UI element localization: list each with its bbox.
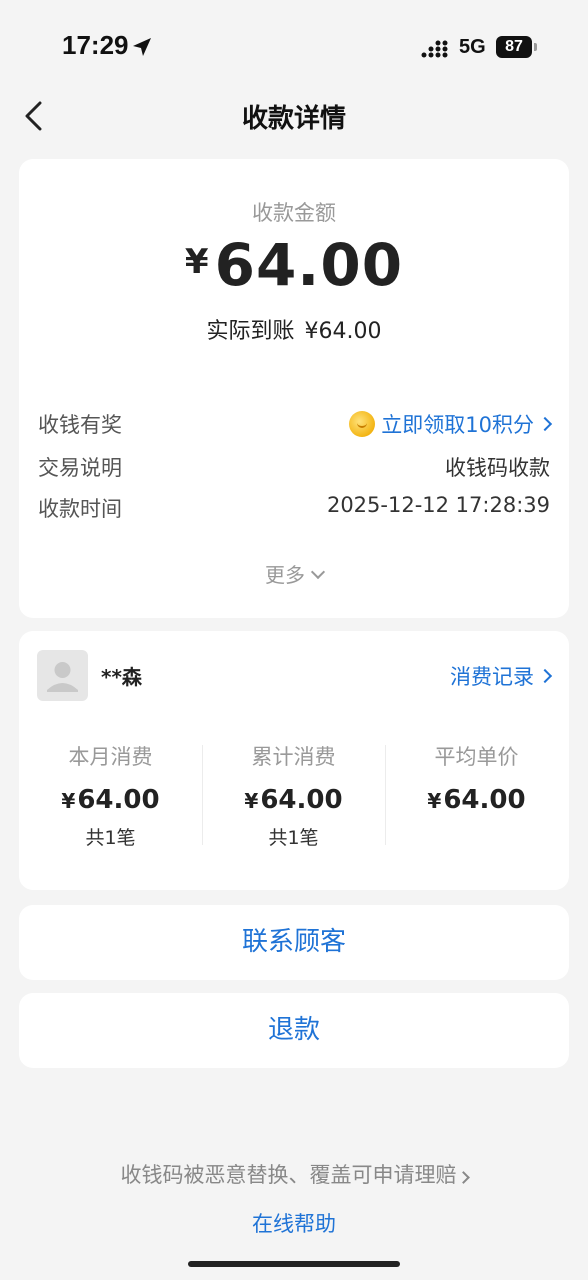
nav-bar: 收款详情 bbox=[0, 90, 588, 140]
coin-icon bbox=[349, 411, 376, 437]
chevron-right-icon bbox=[537, 416, 553, 432]
user-placeholder-icon bbox=[47, 662, 78, 692]
stat-value: ¥64.00 bbox=[202, 785, 385, 815]
stat-amount: 64.00 bbox=[260, 785, 343, 815]
claim-compensation-text: 收钱码被恶意替换、覆盖可申请理赔 bbox=[120, 1163, 457, 1187]
location-arrow-icon bbox=[133, 38, 151, 56]
received-value: ¥64.00 bbox=[304, 319, 382, 344]
avatar bbox=[37, 650, 88, 701]
purchase-history-link[interactable]: 消费记录 bbox=[450, 661, 553, 691]
payment-summary-card: 收款金额 ¥64.00 实际到账 ¥64.00 收钱有奖 立即领取10积分 交易说… bbox=[19, 159, 569, 618]
stat-label: 本月消费 bbox=[68, 745, 153, 769]
amount-row: ¥64.00 bbox=[19, 231, 569, 299]
reward-label: 收钱有奖 bbox=[38, 413, 122, 437]
stat-currency: ¥ bbox=[427, 789, 442, 813]
stat-monthly: 本月消费 ¥64.00 共1笔 bbox=[19, 741, 202, 850]
purchase-history-label: 消费记录 bbox=[450, 665, 534, 689]
battery-cap bbox=[534, 43, 537, 51]
currency-symbol: ¥ bbox=[184, 242, 209, 282]
time-label: 收款时间 bbox=[38, 497, 122, 521]
customer-card: **森 消费记录 本月消费 ¥64.00 共1笔 累计消费 ¥64.00 共1笔… bbox=[19, 631, 569, 890]
contact-customer-button[interactable]: 联系顾客 bbox=[19, 905, 569, 980]
claim-points-link[interactable]: 立即领取10积分 bbox=[349, 409, 553, 439]
stat-value: ¥64.00 bbox=[19, 785, 202, 815]
receipt-detail-page: 17:29 5G 87 收款详情 收款金额 ¥64.00 实际到账 ¥64.00 … bbox=[0, 0, 588, 1280]
stat-currency: ¥ bbox=[61, 789, 76, 813]
stat-currency: ¥ bbox=[244, 789, 259, 813]
status-bar: 17:29 5G 87 bbox=[0, 0, 588, 96]
stat-amount: 64.00 bbox=[443, 785, 526, 815]
stat-label: 平均单价 bbox=[434, 745, 519, 769]
customer-name: **森 bbox=[101, 665, 142, 689]
chevron-right-icon bbox=[456, 1171, 470, 1184]
stat-count: 共1笔 bbox=[268, 827, 319, 849]
description-value: 收钱码收款 bbox=[445, 456, 550, 480]
description-row: 交易说明 收钱码收款 bbox=[38, 452, 550, 484]
claim-points-text: 立即领取10积分 bbox=[381, 413, 534, 437]
claim-compensation-link[interactable]: 收钱码被恶意替换、覆盖可申请理赔 bbox=[0, 1159, 588, 1189]
stat-count: 共1笔 bbox=[85, 827, 136, 849]
online-help-link[interactable]: 在线帮助 bbox=[0, 1208, 588, 1238]
chevron-down-icon bbox=[310, 564, 326, 580]
stat-total: 累计消费 ¥64.00 共1笔 bbox=[202, 741, 385, 850]
description-label: 交易说明 bbox=[38, 456, 122, 480]
more-button[interactable]: 更多 bbox=[19, 559, 569, 588]
more-label: 更多 bbox=[265, 563, 305, 587]
stat-value: ¥64.00 bbox=[385, 785, 568, 815]
home-indicator bbox=[188, 1261, 400, 1267]
customer-stats: 本月消费 ¥64.00 共1笔 累计消费 ¥64.00 共1笔 平均单价 ¥64… bbox=[19, 741, 569, 851]
chevron-right-icon bbox=[537, 668, 553, 684]
time-value: 2025-12-12 17:28:39 bbox=[326, 493, 550, 517]
network-type: 5G bbox=[459, 36, 486, 58]
reward-row: 收钱有奖 立即领取10积分 bbox=[38, 409, 553, 441]
refund-button[interactable]: 退款 bbox=[19, 993, 569, 1068]
amount-label: 收款金额 bbox=[252, 201, 336, 225]
signal-icon bbox=[421, 40, 448, 58]
stat-label: 累计消费 bbox=[251, 745, 336, 769]
time-row: 收款时间 2025-12-12 17:28:39 bbox=[38, 493, 550, 525]
stat-amount: 64.00 bbox=[77, 785, 160, 815]
stat-average: 平均单价 ¥64.00 bbox=[385, 741, 568, 815]
battery-level: 87 bbox=[496, 36, 532, 58]
received-row: 实际到账 ¥64.00 bbox=[19, 313, 569, 345]
amount-value: 64.00 bbox=[214, 231, 404, 299]
received-label: 实际到账 bbox=[206, 319, 295, 344]
status-time: 17:29 bbox=[62, 30, 129, 60]
page-title: 收款详情 bbox=[241, 104, 346, 134]
